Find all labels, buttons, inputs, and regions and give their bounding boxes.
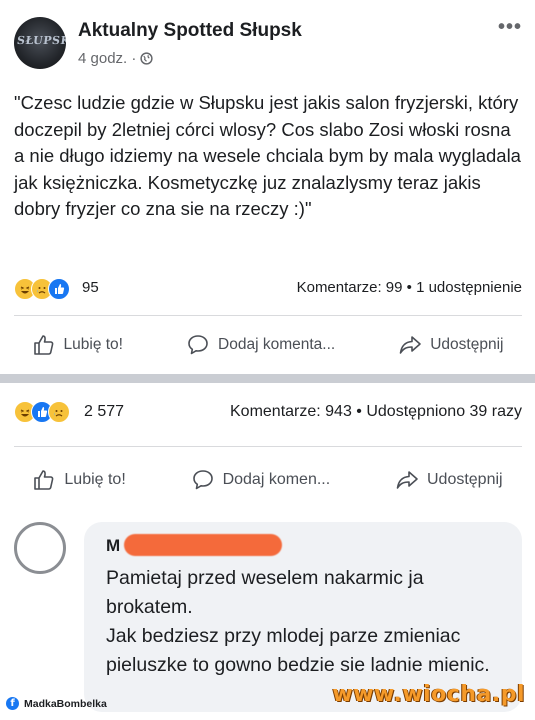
globe-icon: [140, 52, 154, 65]
share-label: Udostępnij: [430, 336, 504, 353]
redaction-mark: [124, 534, 282, 556]
like-label: Lubię to!: [64, 471, 126, 488]
page-name[interactable]: Aktualny Spotted Słupsk: [78, 20, 302, 42]
like-label: Lubię to!: [63, 336, 123, 353]
watermark-wiocha: www.wiocha.pl: [332, 682, 525, 707]
like-button[interactable]: Lubię to!: [32, 333, 123, 357]
post-stats: 95 Komentarze: 99 • 1 udostępnienie: [14, 276, 522, 302]
post-time[interactable]: 4 godz. ·: [78, 50, 136, 67]
share-icon: [399, 336, 422, 354]
share-button[interactable]: Udostępnij: [398, 333, 503, 357]
divider: [14, 315, 522, 316]
thumbs-up-icon: [33, 335, 53, 355]
reaction-icons[interactable]: [14, 401, 70, 423]
post-text: "Czesc ludzie gdzie w Słupsku jest jakis…: [14, 92, 527, 219]
reaction-count[interactable]: 2 577: [84, 403, 124, 421]
comment-button[interactable]: Dodaj komenta...: [186, 333, 335, 357]
like-button[interactable]: Lubię to!: [32, 468, 126, 492]
more-options-icon[interactable]: •••: [498, 16, 522, 39]
comment-text: Pamietaj przed weselem nakarmic ja broka…: [106, 567, 490, 676]
comments-shares-count[interactable]: Komentarze: 99 • 1 udostępnienie: [297, 279, 522, 296]
comment-button[interactable]: Dodaj komen...: [191, 468, 331, 492]
page-logo: SŁUPSK: [16, 34, 66, 47]
reaction-count[interactable]: 95: [82, 279, 99, 296]
shared-post-stats: 2 577 Komentarze: 943 • Udostępniono 39 …: [14, 400, 522, 426]
comment-label: Dodaj komen...: [222, 471, 331, 488]
page-avatar[interactable]: SŁUPSK: [14, 17, 66, 69]
comment-icon: [192, 470, 213, 490]
watermark-madkabombelka: f MadkaBombelka: [6, 697, 107, 710]
divider: [14, 446, 522, 447]
commenter-avatar[interactable]: [14, 522, 66, 574]
comment-label: Dodaj komenta...: [218, 336, 336, 353]
post-meta: 4 godz. ·: [78, 50, 154, 67]
section-separator: [0, 374, 535, 383]
sad-icon: [48, 401, 70, 423]
share-icon: [396, 471, 418, 489]
comment-icon: [188, 335, 208, 355]
facebook-icon: f: [6, 697, 19, 710]
action-bar: Lubię to! Dodaj komen... Udostępnij: [0, 462, 535, 498]
reaction-icons[interactable]: [14, 278, 70, 300]
share-button[interactable]: Udostępnij: [395, 468, 503, 492]
thumbs-up-icon: [34, 470, 54, 490]
post-header: SŁUPSK Aktualny Spotted Słupsk 4 godz. ·…: [14, 14, 524, 74]
comments-shares-count[interactable]: Komentarze: 943 • Udostępniono 39 razy: [230, 403, 522, 421]
comment-author[interactable]: M: [106, 536, 120, 556]
watermark-left-text: MadkaBombelka: [24, 697, 107, 710]
like-icon: [48, 278, 70, 300]
share-label: Udostępnij: [426, 471, 503, 488]
action-bar: Lubię to! Dodaj komenta... Udostępnij: [0, 327, 535, 363]
